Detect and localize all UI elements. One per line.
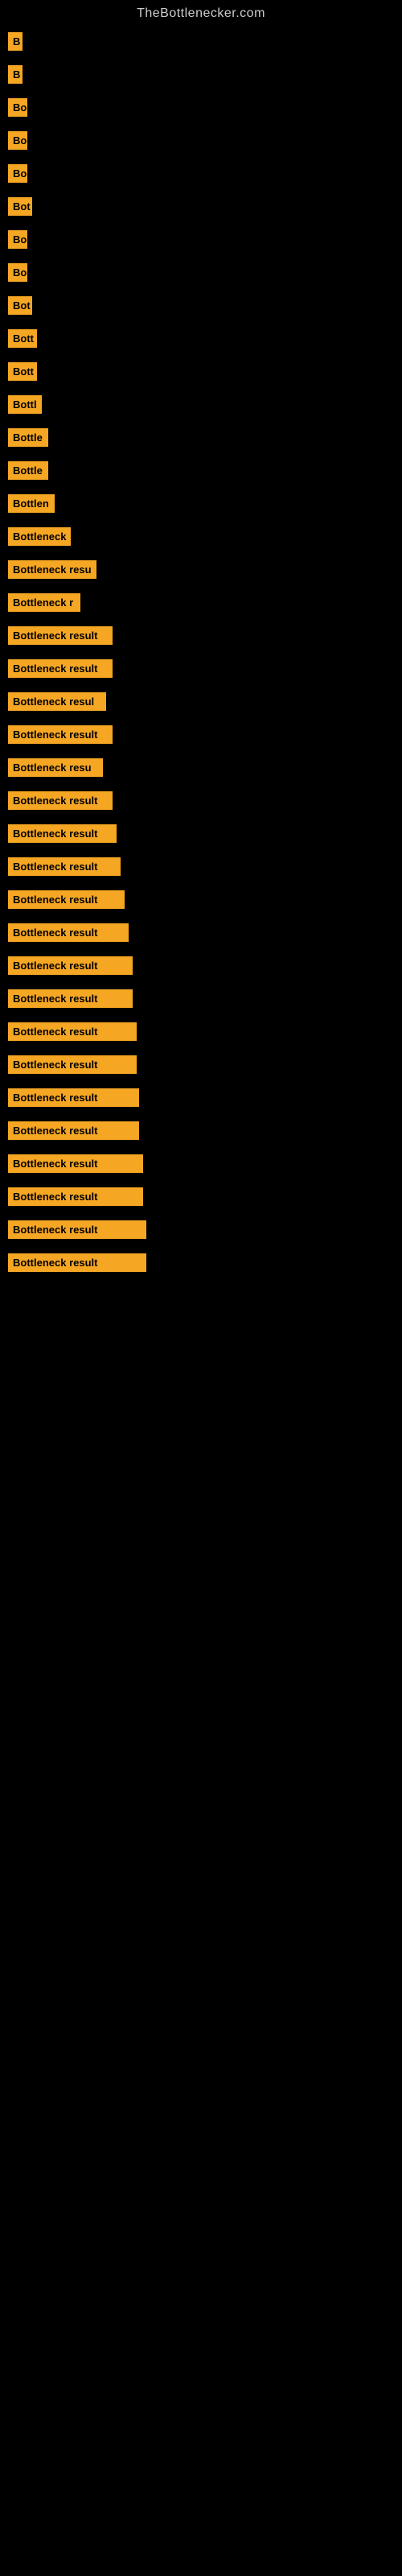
list-item: Bott xyxy=(8,362,394,381)
bottleneck-label: Bottleneck result xyxy=(8,1055,137,1074)
bottleneck-label: Bottleneck result xyxy=(8,1253,146,1272)
list-item: Bottl xyxy=(8,395,394,414)
bottleneck-label: Bottleneck result xyxy=(8,1187,143,1206)
list-item: Bottle xyxy=(8,428,394,447)
list-item: Bottleneck result xyxy=(8,1121,394,1140)
list-item: Bottleneck result xyxy=(8,1055,394,1074)
bottleneck-label: Bo xyxy=(8,164,27,183)
list-item: Bottleneck result xyxy=(8,857,394,876)
list-item: Bottleneck result xyxy=(8,725,394,744)
site-title: TheBottlenecker.com xyxy=(0,0,402,24)
list-item: Bot xyxy=(8,197,394,216)
bottleneck-label: Bott xyxy=(8,329,37,348)
bottleneck-label: Bo xyxy=(8,263,27,282)
bottleneck-label: Bo xyxy=(8,98,27,117)
bottleneck-label: Bott xyxy=(8,362,37,381)
list-item: B xyxy=(8,32,394,51)
bottleneck-label: Bottleneck result xyxy=(8,890,125,909)
list-item: B xyxy=(8,65,394,84)
bottleneck-label: Bottleneck result xyxy=(8,857,121,876)
bottleneck-label: Bottle xyxy=(8,461,48,480)
bottleneck-label: Bottleneck result xyxy=(8,725,113,744)
bottleneck-label: Bottleneck result xyxy=(8,791,113,810)
list-item: Bottleneck result xyxy=(8,1088,394,1107)
list-item: Bottleneck result xyxy=(8,791,394,810)
list-item: Bo xyxy=(8,164,394,183)
bottleneck-label: Bottleneck result xyxy=(8,1088,139,1107)
list-item: Bottleneck resu xyxy=(8,560,394,579)
bottleneck-label: Bottl xyxy=(8,395,42,414)
items-container: BB Bo Bo Bo Bot Bo Bo Bot Bott Bott Bottl Bottle Bot… xyxy=(0,24,402,1272)
list-item: Bottleneck result xyxy=(8,923,394,942)
bottleneck-label: Bottleneck result xyxy=(8,956,133,975)
list-item: Bottle xyxy=(8,461,394,480)
list-item: Bottleneck result xyxy=(8,1154,394,1173)
bottleneck-label: Bot xyxy=(8,197,32,216)
list-item: Bo xyxy=(8,98,394,117)
list-item: Bottleneck result xyxy=(8,1187,394,1206)
list-item: Bottleneck result xyxy=(8,626,394,645)
bottleneck-label: B xyxy=(8,32,23,51)
list-item: Bottleneck xyxy=(8,527,394,546)
list-item: Bottleneck result xyxy=(8,824,394,843)
list-item: Bottleneck resul xyxy=(8,692,394,711)
bottleneck-label: Bottle xyxy=(8,428,48,447)
list-item: Bottleneck result xyxy=(8,1022,394,1041)
bottleneck-label: Bottleneck result xyxy=(8,1154,143,1173)
bottleneck-label: Bottleneck xyxy=(8,527,71,546)
list-item: Bottlen xyxy=(8,494,394,513)
bottleneck-label: Bottleneck result xyxy=(8,923,129,942)
bottleneck-label: Bottleneck result xyxy=(8,1121,139,1140)
bottleneck-label: Bottleneck result xyxy=(8,1220,146,1239)
list-item: Bottleneck result xyxy=(8,956,394,975)
bottleneck-label: Bottleneck resul xyxy=(8,692,106,711)
bottleneck-label: Bottleneck result xyxy=(8,989,133,1008)
bottleneck-label: Bottleneck resu xyxy=(8,560,96,579)
list-item: Bottleneck resu xyxy=(8,758,394,777)
list-item: Bottleneck result xyxy=(8,1220,394,1239)
list-item: Bottleneck result xyxy=(8,659,394,678)
list-item: Bott xyxy=(8,329,394,348)
list-item: Bo xyxy=(8,230,394,249)
bottleneck-label: B xyxy=(8,65,23,84)
bottleneck-label: Bottleneck resu xyxy=(8,758,103,777)
list-item: Bo xyxy=(8,263,394,282)
bottleneck-label: Bottleneck result xyxy=(8,824,117,843)
bottleneck-label: Bottleneck result xyxy=(8,626,113,645)
bottleneck-label: Bottleneck result xyxy=(8,659,113,678)
bottleneck-label: Bottlen xyxy=(8,494,55,513)
bottleneck-label: Bottleneck r xyxy=(8,593,80,612)
list-item: Bottleneck result xyxy=(8,890,394,909)
list-item: Bot xyxy=(8,296,394,315)
bottleneck-label: Bo xyxy=(8,230,27,249)
bottleneck-label: Bo xyxy=(8,131,27,150)
list-item: Bottleneck result xyxy=(8,1253,394,1272)
bottleneck-label: Bot xyxy=(8,296,32,315)
bottleneck-label: Bottleneck result xyxy=(8,1022,137,1041)
list-item: Bottleneck result xyxy=(8,989,394,1008)
list-item: Bottleneck r xyxy=(8,593,394,612)
list-item: Bo xyxy=(8,131,394,150)
